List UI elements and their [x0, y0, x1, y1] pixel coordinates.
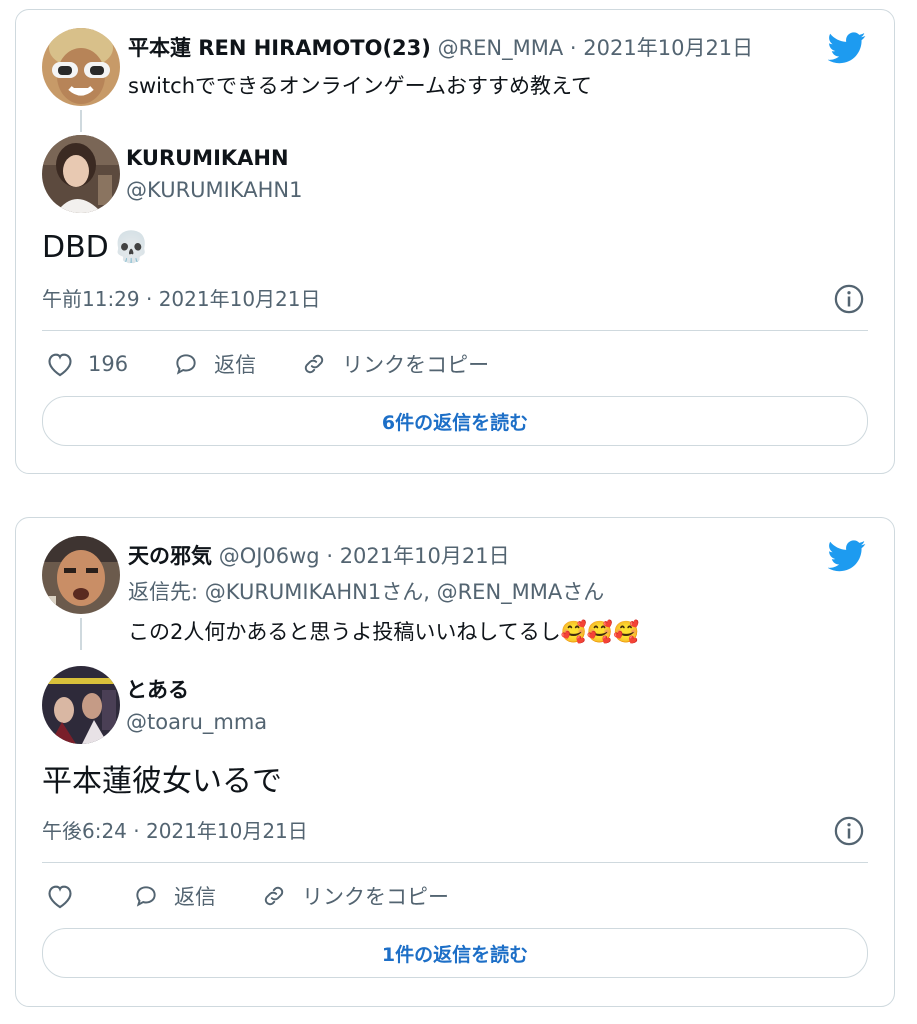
like-count: 196 [88, 352, 129, 376]
avatar[interactable] [42, 666, 120, 744]
copy-link-label: リンクをコピー [302, 885, 449, 909]
like-button[interactable]: 196 [46, 351, 128, 377]
tweet-date[interactable]: 2021年10月21日 [583, 36, 753, 60]
thread-connector [80, 110, 82, 132]
reply-text: 平本蓮彼女いるで [42, 762, 282, 802]
action-bar: 196 返信 リンクをコピー [46, 344, 533, 384]
reply-button[interactable]: 返信 [132, 881, 216, 911]
action-bar: 返信 リンクをコピー [46, 876, 493, 916]
divider [42, 330, 868, 331]
smiling-hearts-emoji: 🥰🥰🥰 [560, 620, 640, 644]
tweet-embed-card[interactable]: 天の邪気 @OJ06wg · 2021年10月21日 返信先: @KURUMIK… [15, 517, 895, 1007]
tweet-header: 天の邪気 @OJ06wg · 2021年10月21日 [128, 542, 510, 570]
avatar-man-icon [42, 536, 120, 614]
avatar-sunglasses-icon [42, 28, 120, 106]
separator-dot: · [569, 36, 584, 60]
tweet-header: 平本蓮 REN HIRAMOTO(23) @REN_MMA · 2021年10月… [128, 34, 753, 62]
avatar-woman-icon [42, 135, 120, 213]
replying-to: 返信先: @KURUMIKAHN1さん, @REN_MMAさん [128, 578, 604, 606]
read-replies-button[interactable]: 6件の返信を読む [42, 396, 868, 446]
reply-text: DBD 💀 [42, 228, 150, 268]
tweet-text: この2人何かあると思うよ投稿いいねしてるし🥰🥰🥰 [128, 618, 639, 646]
divider [42, 862, 868, 863]
reply-button[interactable]: 返信 [172, 349, 256, 379]
info-icon[interactable] [834, 816, 864, 846]
tweet-text: switchでできるオンラインゲームおすすめ教えて [128, 74, 592, 98]
reply-text-content: 平本蓮彼女いるで [42, 764, 282, 799]
twitter-bird-icon[interactable] [828, 540, 866, 572]
reply-author-handle[interactable]: @KURUMIKAHN1 [126, 176, 302, 204]
avatar[interactable] [42, 28, 120, 106]
reply-author-name[interactable]: KURUMIKAHN [126, 144, 289, 172]
separator-dot: · [326, 544, 340, 568]
author-handle[interactable]: @REN_MMA [438, 36, 564, 60]
reply-timestamp[interactable]: 午後6:24 · 2021年10月21日 [42, 818, 308, 844]
reply-author-handle[interactable]: @toaru_mma [126, 708, 267, 736]
author-name[interactable]: 天の邪気 [128, 544, 212, 568]
heart-icon [48, 353, 72, 377]
author-handle[interactable]: @OJ06wg [219, 544, 320, 568]
twitter-bird-icon[interactable] [828, 32, 866, 64]
thread-connector [80, 618, 82, 650]
avatar-crowd-icon [42, 666, 120, 744]
reply-author-name[interactable]: とある [126, 676, 189, 704]
author-name[interactable]: 平本蓮 REN HIRAMOTO(23) [128, 36, 431, 60]
heart-icon [48, 885, 72, 909]
reply-label: 返信 [214, 353, 257, 377]
replying-to-prefix: 返信先: [128, 580, 205, 604]
copy-link-label: リンクをコピー [342, 353, 490, 377]
reply-bubble-icon [136, 886, 156, 907]
link-icon [304, 354, 324, 374]
copy-link-button[interactable]: リンクをコピー [300, 349, 489, 379]
tweet-date[interactable]: 2021年10月21日 [340, 544, 510, 568]
avatar[interactable] [42, 135, 120, 213]
read-replies-button[interactable]: 1件の返信を読む [42, 928, 868, 978]
link-icon [264, 886, 284, 906]
copy-link-button[interactable]: リンクをコピー [260, 881, 449, 911]
reply-bubble-icon [176, 354, 196, 375]
skull-emoji: 💀 [112, 230, 151, 265]
tweet-embed-card[interactable]: 平本蓮 REN HIRAMOTO(23) @REN_MMA · 2021年10月… [15, 9, 895, 474]
replying-to-users[interactable]: @KURUMIKAHN1さん, @REN_MMAさん [205, 580, 605, 604]
reply-timestamp[interactable]: 午前11:29 · 2021年10月21日 [42, 286, 321, 312]
tweet-text-content: この2人何かあると思うよ投稿いいねしてるし [128, 620, 561, 644]
reply-text-content: DBD [42, 230, 109, 265]
like-button[interactable] [46, 883, 88, 909]
reply-label: 返信 [174, 885, 216, 909]
avatar[interactable] [42, 536, 120, 614]
info-icon[interactable] [834, 284, 864, 314]
